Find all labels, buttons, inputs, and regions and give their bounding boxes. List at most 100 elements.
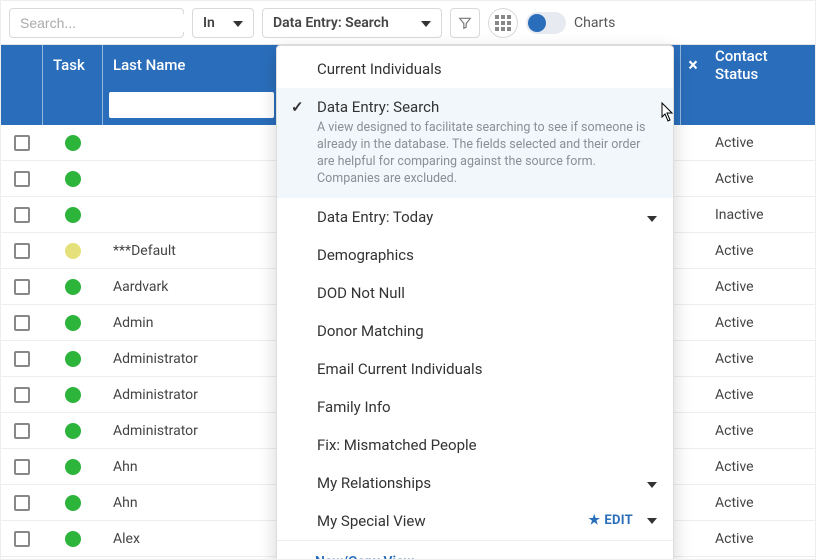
- row-last-name: Ahn: [103, 459, 281, 475]
- row-checkbox-cell: [1, 171, 43, 187]
- row-contact-status: Active: [705, 135, 815, 151]
- view-option-label: Data Entry: Search: [317, 98, 657, 116]
- checkbox[interactable]: [14, 171, 30, 187]
- row-contact-status: Active: [705, 315, 815, 331]
- row-task-cell: [43, 351, 103, 367]
- row-last-name: Administrator: [103, 387, 281, 403]
- view-option[interactable]: Data Entry: SearchA view designed to fac…: [277, 88, 673, 198]
- col-checkbox: [1, 45, 43, 125]
- view-option[interactable]: Email Current Individuals: [277, 350, 673, 388]
- toggle-knob: [528, 14, 546, 32]
- checkbox[interactable]: [14, 135, 30, 151]
- row-task-cell: [43, 135, 103, 151]
- col-last-name[interactable]: Last Name: [103, 45, 281, 125]
- status-dot: [65, 243, 81, 259]
- app: In Data Entry: Search Charts Task: [0, 0, 816, 560]
- col-label: Contact Status: [705, 45, 815, 85]
- view-option[interactable]: Data Entry: Today: [277, 198, 673, 236]
- view-option[interactable]: Fix: Mismatched People: [277, 426, 673, 464]
- row-task-cell: [43, 495, 103, 511]
- col-label: Last Name: [103, 45, 280, 85]
- row-checkbox-cell: [1, 315, 43, 331]
- edit-label: EDIT: [604, 513, 633, 528]
- status-dot: [65, 135, 81, 151]
- col-contact-status[interactable]: Contact Status: [705, 45, 815, 125]
- row-contact-status: Active: [705, 387, 815, 403]
- view-option-label: Family Info: [317, 398, 391, 416]
- close-icon[interactable]: ×: [688, 45, 698, 85]
- status-dot: [65, 279, 81, 295]
- view-option-label: My Relationships: [317, 474, 431, 492]
- view-option[interactable]: My Special View★EDIT: [277, 502, 673, 540]
- checkbox[interactable]: [14, 243, 30, 259]
- status-dot: [65, 423, 81, 439]
- view-option[interactable]: Demographics: [277, 236, 673, 274]
- grid-icon: [495, 15, 511, 31]
- view-option[interactable]: Family Info: [277, 388, 673, 426]
- row-task-cell: [43, 171, 103, 187]
- checkbox[interactable]: [14, 351, 30, 367]
- edit-view-link[interactable]: ★EDIT: [588, 513, 657, 528]
- checkbox[interactable]: [14, 495, 30, 511]
- view-option-label: Current Individuals: [317, 60, 442, 78]
- row-checkbox-cell: [1, 459, 43, 475]
- grid-view-button[interactable]: [488, 8, 518, 38]
- view-dropdown-panel: Current Individuals Data Entry: SearchA v…: [276, 45, 674, 560]
- view-option[interactable]: DOD Not Null: [277, 274, 673, 312]
- row-task-cell: [43, 243, 103, 259]
- status-dot: [65, 207, 81, 223]
- row-last-name: ***Default: [103, 243, 281, 259]
- checkbox[interactable]: [14, 387, 30, 403]
- scope-label: In: [203, 15, 215, 31]
- row-contact-status: Active: [705, 243, 815, 259]
- search-input[interactable]: [18, 14, 203, 32]
- checkbox[interactable]: [14, 423, 30, 439]
- view-option[interactable]: My Relationships: [277, 464, 673, 502]
- view-option[interactable]: Donor Matching: [277, 312, 673, 350]
- chevron-down-icon: [647, 474, 657, 492]
- charts-label: Charts: [574, 15, 615, 31]
- row-checkbox-cell: [1, 495, 43, 511]
- new-copy-view[interactable]: +New/Copy View: [277, 540, 673, 560]
- row-last-name: Administrator: [103, 351, 281, 367]
- view-option-label: Fix: Mismatched People: [317, 436, 477, 454]
- chevron-down-icon: [647, 208, 657, 226]
- search-box[interactable]: [9, 8, 184, 38]
- row-contact-status: Active: [705, 531, 815, 547]
- row-last-name: Administrator: [103, 423, 281, 439]
- view-label: Data Entry: Search: [273, 15, 389, 31]
- row-checkbox-cell: [1, 135, 43, 151]
- view-option-label: Donor Matching: [317, 322, 424, 340]
- filter-last-name[interactable]: [109, 92, 274, 118]
- checkbox[interactable]: [14, 207, 30, 223]
- filter-button[interactable]: [450, 8, 480, 38]
- col-task[interactable]: Task: [43, 45, 103, 125]
- row-checkbox-cell: [1, 351, 43, 367]
- checkbox[interactable]: [14, 531, 30, 547]
- scope-dropdown[interactable]: In: [192, 8, 254, 38]
- checkbox[interactable]: [14, 459, 30, 475]
- row-task-cell: [43, 315, 103, 331]
- view-dropdown[interactable]: Data Entry: Search: [262, 8, 442, 38]
- status-dot: [65, 495, 81, 511]
- charts-toggle[interactable]: [526, 12, 566, 34]
- checkbox[interactable]: [14, 279, 30, 295]
- status-dot: [65, 387, 81, 403]
- view-option-label: Data Entry: Today: [317, 208, 433, 226]
- row-last-name: Ahn: [103, 495, 281, 511]
- chevron-down-icon: [421, 15, 431, 31]
- view-option[interactable]: Current Individuals: [277, 50, 673, 88]
- row-checkbox-cell: [1, 243, 43, 259]
- row-contact-status: Active: [705, 171, 815, 187]
- row-last-name: Admin: [103, 315, 281, 331]
- row-contact-status: Active: [705, 495, 815, 511]
- row-task-cell: [43, 387, 103, 403]
- checkbox[interactable]: [14, 315, 30, 331]
- row-task-cell: [43, 459, 103, 475]
- col-remove[interactable]: ×: [681, 45, 705, 125]
- status-dot: [65, 351, 81, 367]
- view-option-label: Demographics: [317, 246, 414, 264]
- status-dot: [65, 531, 81, 547]
- chevron-down-icon: [647, 513, 657, 528]
- funnel-icon: [458, 16, 472, 30]
